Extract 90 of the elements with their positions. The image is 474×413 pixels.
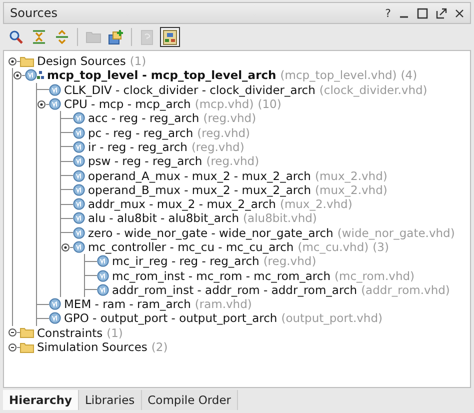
tree-item-label[interactable]: addr_rom_inst - addr_rom - addr_rom_arch [112,282,358,297]
tab[interactable]: Libraries [78,390,142,410]
file-name: (output_port.vhd) [281,311,382,326]
tree-item-label[interactable]: Simulation Sources [37,340,148,354]
folder-icon [20,327,34,338]
vhdl-file-icon [49,298,61,310]
tree-item-label[interactable]: mc_ir_reg - reg - reg_arch [112,254,260,268]
vhdl-file-icon [49,84,61,96]
maximize-icon[interactable] [417,8,428,18]
tree-item-label[interactable]: mc_rom_inst - mc_rom - mc_rom_arch [112,268,331,283]
expand-all-icon [55,30,69,44]
file-name: (ram.vhd) [194,297,252,312]
tree-item-label[interactable]: operand_B_mux - mux_2 - mux_2_arch [88,182,311,197]
expanded-handle-icon[interactable] [61,242,70,252]
file-name: (reg.vhd) [191,140,244,154]
vhdl-file-icon [49,98,61,110]
tree-item-label[interactable]: Constraints [37,326,103,340]
file-name: (mcp.vhd) [194,97,254,112]
tree-item-label[interactable]: mcp_top_level - mcp_top_level_arch [47,68,276,82]
document-icon [141,30,153,44]
file-name: (mux_2.vhd) [315,182,388,197]
vhdl-file-icon [97,284,109,296]
vhdl-file-icon [73,126,85,139]
add-sources-icon [108,30,124,44]
tree-item-label[interactable]: pc - reg - reg_arch [88,126,194,140]
file-name: (alu8bit.vhd) [243,211,317,226]
vhdl-file-icon [73,198,85,210]
close-icon[interactable] [455,8,464,18]
vhdl-file-icon [73,212,85,224]
vhdl-file-icon [73,241,85,253]
folder-icon [86,31,100,43]
tree-item-label[interactable]: zero - wide_nor_gate - wide_nor_gate_arch [88,226,334,240]
hierarchy-icon [163,30,177,44]
hierarchy-button[interactable] [160,27,180,47]
item-count: (10) [258,97,282,112]
file-name: (mux_2.vhd) [314,168,388,183]
vhdl-file-icon [73,170,85,182]
file-name: (mc_cu.vhd) [298,240,369,254]
file-name: (mux_2.vhd) [280,197,352,212]
file-name: (reg.vhd) [203,111,256,126]
item-count: (1) [130,54,146,68]
tab[interactable]: Compile Order [142,390,238,410]
item-count: (1) [106,326,123,340]
tree-item-label[interactable]: mc_controller - mc_cu - mc_cu_arch [88,240,294,254]
vhdl-file-icon [73,155,85,168]
float-icon[interactable] [436,8,447,18]
hierarchy-icon [37,71,44,80]
file-name: (mc_rom.vhd) [334,268,415,283]
file-name: (clock_divider.vhd) [319,82,428,97]
help-button[interactable]: ? [385,6,391,20]
vhdl-file-icon [97,270,109,282]
file-name: (reg.vhd) [197,126,250,140]
tree-item-label[interactable]: CPU - mcp - mcp_arch [64,97,191,112]
vhdl-file-icon [73,226,85,239]
tree-item-label[interactable]: MEM - ram - ram_arch [64,297,191,312]
expanded-handle-icon[interactable] [13,70,22,80]
vhdl-file-icon [49,312,61,324]
tree-item-label[interactable]: psw - reg - reg_arch [88,154,202,168]
item-count: (4) [400,68,418,82]
tree-item-label[interactable]: Design Sources [37,54,126,68]
vhdl-file-icon [73,112,85,124]
vhdl-file-icon [73,140,85,153]
tree-item-label[interactable]: acc - reg - reg_arch [88,111,200,126]
add-button[interactable] [106,27,126,47]
vhdl-file-icon [25,69,37,82]
folder-icon [20,56,34,67]
expanded-handle-icon[interactable] [37,100,46,109]
tree-item-label[interactable]: CLK_DIV - clock_divider - clock_divider_arch [64,82,316,97]
vhdl-file-icon [73,184,85,196]
search-icon [9,30,23,44]
tree-item-label[interactable]: alu - alu8bit - alu8bit_arch [88,211,240,226]
collapsed-handle-icon[interactable] [8,328,17,338]
collapsed-handle-icon[interactable] [8,342,17,352]
file-name: (mcp_top_level.vhd) [280,68,397,82]
file-name: (reg.vhd) [263,254,316,268]
file-name: (addr_rom.vhd) [361,282,450,297]
tree-item-label[interactable]: ir - reg - reg_arch [88,140,188,154]
item-count: (2) [151,340,168,354]
file-name: (reg.vhd) [206,154,260,168]
item-count: (3) [372,240,389,254]
tree-item-label[interactable]: operand_A_mux - mux_2 - mux_2_arch [88,168,311,183]
expanded-handle-icon[interactable] [8,56,17,66]
collapse-all-icon [32,30,46,44]
panel-title: Sources [10,6,58,20]
file-name: (wide_nor_gate.vhd) [337,226,455,240]
tab[interactable]: Hierarchy [3,390,79,410]
vhdl-file-icon [97,255,109,268]
tree-item-label[interactable]: GPO - output_port - output_port_arch [64,311,278,326]
folder-icon [20,342,34,353]
tree-item-label[interactable]: addr_mux - mux_2 - mux_2_arch [88,197,276,212]
